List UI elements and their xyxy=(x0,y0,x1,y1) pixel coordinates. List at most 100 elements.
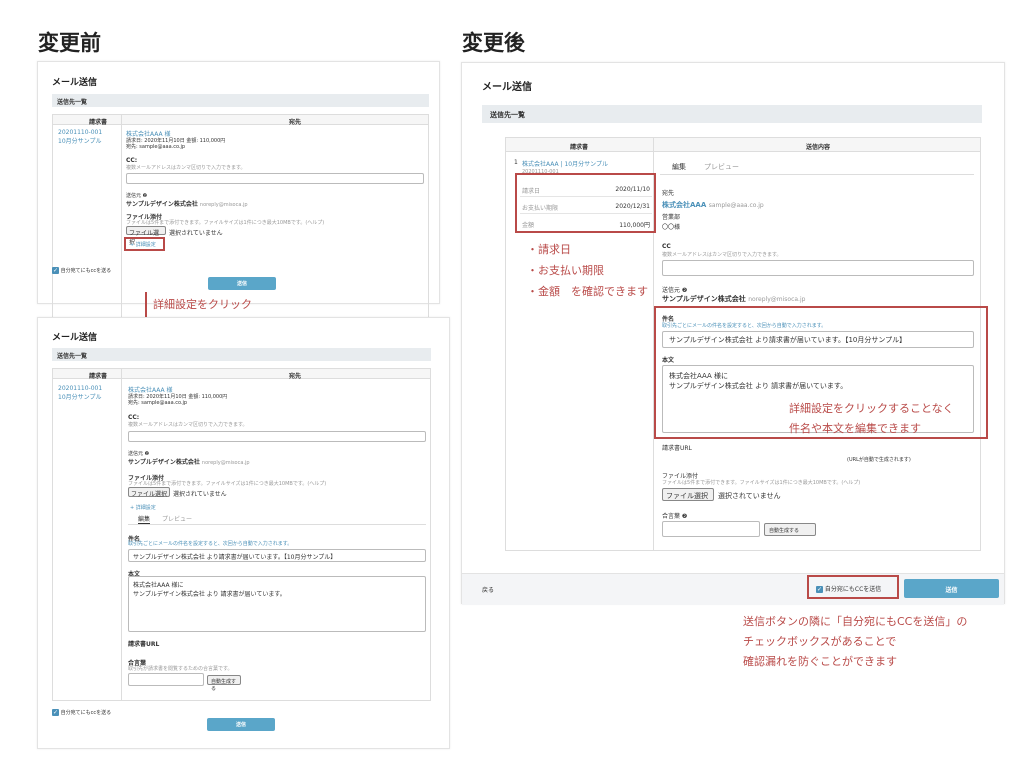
invoice-url-label: 請求書URL xyxy=(128,641,160,648)
after-dest-label: 宛先 xyxy=(662,190,675,197)
after-invoice-url-note: (URLが自動で生成されます) xyxy=(847,457,911,463)
file-help: ファイルは5件まで添付できます。ファイルサイズは1件につき最大10MBです。(ヘ… xyxy=(126,220,325,226)
file-none-2: 選択されていません xyxy=(173,491,227,498)
after-body-line-1: 株式会社AAA 様に xyxy=(669,372,728,380)
after-dest-company: 株式会社AAA xyxy=(662,201,707,209)
annot-edit-2: 件名や本文を編集できます xyxy=(789,422,921,435)
arrow-shaft xyxy=(145,292,147,320)
cc-input[interactable] xyxy=(126,173,424,184)
invoice-link[interactable]: 20201110-001 xyxy=(58,129,102,136)
invoice-link-sub[interactable]: 10月分サンプル xyxy=(58,136,101,145)
annot-bullet-due: ・お支払い期限 xyxy=(527,264,604,277)
annot-bullet-date: ・請求日 xyxy=(527,243,571,256)
password-autogen-button[interactable]: 自動生成する xyxy=(207,675,241,692)
sender-email-2: noreply@misoca.jp xyxy=(201,460,250,466)
col-dest: 宛先 xyxy=(289,119,302,126)
after-cc-label: CC xyxy=(662,243,671,250)
tab-preview[interactable]: プレビュー xyxy=(162,514,192,523)
subject-help: 取引先ごとにメールの件名を設定すると、次回から自動で入力されます。 xyxy=(128,541,293,547)
annot-click-detail: 詳細設定をクリック xyxy=(153,298,252,311)
after-subject-input[interactable]: サンプルデザイン株式会社 より請求書が届いています。【10月分サンプル】 xyxy=(662,331,974,348)
list-band: 送信先一覧 xyxy=(52,94,429,107)
highlight-dates xyxy=(515,173,656,233)
check-icon-2[interactable]: ✓ xyxy=(52,709,59,716)
body-line-1: 株式会社AAA 様に xyxy=(133,582,184,589)
body-textarea[interactable]: 株式会社AAA 様に サンプルデザイン株式会社 より 請求書が届いています。 xyxy=(128,576,426,632)
after-password-label: 合言葉 ❷ xyxy=(662,513,688,520)
after-invoice-link[interactable]: 株式会社AAA | 10月分サンプル xyxy=(522,159,608,168)
back-button[interactable]: 戻る xyxy=(482,585,494,594)
after-person: 〇〇様 xyxy=(662,224,681,231)
highlight-cc-self xyxy=(807,575,899,599)
after-col-content: 送信内容 xyxy=(806,144,831,151)
detail-toggle-2[interactable]: + 詳細設定 xyxy=(130,504,156,511)
sender-email: noreply@misoca.jp xyxy=(199,202,248,208)
password-help: 取引先が請求書を閲覧するための合言葉です。 xyxy=(128,666,233,672)
after-sender-email: noreply@misoca.jp xyxy=(748,296,806,303)
after-cc-help: 複数メールアドレスはカンマ区切りで入力できます。 xyxy=(662,252,782,258)
annot-cc-2: チェックボックスがあることで xyxy=(743,635,897,648)
annot-edit-1: 詳細設定をクリックすることなく xyxy=(789,402,954,415)
after-invoice-url-label: 請求書URL xyxy=(662,445,692,452)
after-sender-label: 送信元 ❷ xyxy=(662,287,688,294)
subject-input[interactable]: サンプルデザイン株式会社 より請求書が届いています。【10月分サンプル】 xyxy=(128,549,426,562)
list-band-2: 送信先一覧 xyxy=(52,348,431,361)
sender-value-2: サンプルデザイン株式会社 xyxy=(128,459,200,466)
invoice-link-sub-2[interactable]: 10月分サンプル xyxy=(58,392,101,401)
cc-label: CC: xyxy=(126,157,138,164)
after-cc-input[interactable] xyxy=(662,260,974,276)
col-invoice: 請求書 xyxy=(89,119,108,126)
heading-after: 変更後 xyxy=(462,31,525,55)
after-dept: 営業部 xyxy=(662,214,681,221)
invoice-link-2[interactable]: 20201110-001 xyxy=(58,385,102,392)
highlight-detail xyxy=(124,237,165,251)
after-tab-divider xyxy=(660,174,974,175)
dest-table-2: 請求書 宛先 xyxy=(52,368,431,701)
window-title-2: メール送信 xyxy=(52,333,98,343)
after-dest-email: sample@aaa.co.jp xyxy=(708,202,764,209)
col-invoice-2: 請求書 xyxy=(89,373,108,380)
password-input[interactable] xyxy=(128,673,204,686)
file-button[interactable]: ファイル選択 xyxy=(126,226,166,246)
dest-email: 宛先: sample@aaa.co.jp xyxy=(126,144,186,150)
before-panel-1: メール送信 送信先一覧 請求書 宛先 20201110-001 10月分サンプル … xyxy=(37,61,440,320)
after-body-label: 本文 xyxy=(662,357,675,364)
send-button[interactable]: 送信 xyxy=(208,277,276,290)
cc-self-label-2: 自分宛てにもccを送る xyxy=(60,710,112,716)
annot-bullet-amount: ・金額 を確認できます xyxy=(527,285,648,298)
row-number: 1 xyxy=(514,159,518,166)
heading-before: 変更前 xyxy=(38,31,101,55)
after-file-none: 選択されていません xyxy=(718,492,781,500)
sender-value: サンプルデザイン株式会社 xyxy=(126,201,198,208)
cc-self-label: 自分宛てにもccを送る xyxy=(60,268,112,274)
tab-divider xyxy=(128,524,426,525)
cc-input-2[interactable] xyxy=(128,431,426,442)
annot-cc-1: 送信ボタンの隣に「自分宛にもCCを送信」の xyxy=(743,615,968,628)
tab-edit[interactable]: 編集 xyxy=(138,514,151,524)
after-subject-help: 取引先ごとにメールの件名を設定すると、次回から自動で入力されます。 xyxy=(662,323,827,329)
cc-label-2: CC: xyxy=(128,414,140,421)
before-panel-2: メール送信 送信先一覧 請求書 宛先 20201110-001 10月分サンプル … xyxy=(37,317,450,749)
cc-help-2: 複数メールアドレスはカンマ区切りで入力できます。 xyxy=(128,422,248,428)
annot-cc-3: 確認漏れを防ぐことができます xyxy=(743,655,897,668)
send-button-2[interactable]: 送信 xyxy=(207,718,275,731)
after-file-help: ファイルは5件まで添付できます。ファイルサイズは1件につき最大10MBです。(ヘ… xyxy=(662,480,861,486)
sender-label: 送信元 ❷ xyxy=(126,193,148,199)
dest-email-2: 宛先: sample@aaa.co.jp xyxy=(128,400,188,406)
after-sender-value: サンプルデザイン株式会社 xyxy=(662,295,746,303)
check-icon[interactable]: ✓ xyxy=(52,267,59,274)
after-send-button[interactable]: 送信 xyxy=(904,579,999,598)
cc-help: 複数メールアドレスはカンマ区切りで入力できます。 xyxy=(126,165,246,171)
after-password-autogen-button[interactable]: 自動生成する xyxy=(764,523,816,536)
file-help-2: ファイルは5件まで添付できます。ファイルサイズは1件につき最大10MBです。(ヘ… xyxy=(128,481,327,487)
after-list-band: 送信先一覧 xyxy=(482,105,982,123)
after-window-title: メール送信 xyxy=(482,82,532,93)
after-col-invoice: 請求書 xyxy=(570,144,589,151)
file-none: 選択されていません xyxy=(169,230,223,237)
file-button-2[interactable]: ファイル選択 xyxy=(128,487,170,498)
after-password-input[interactable] xyxy=(662,521,760,537)
after-file-button[interactable]: ファイル選択 xyxy=(662,488,714,501)
after-tab-preview[interactable]: プレビュー xyxy=(704,162,739,172)
body-line-2: サンプルデザイン株式会社 より 請求書が届いています。 xyxy=(133,591,286,598)
sender-label-2: 送信元 ❷ xyxy=(128,451,150,457)
